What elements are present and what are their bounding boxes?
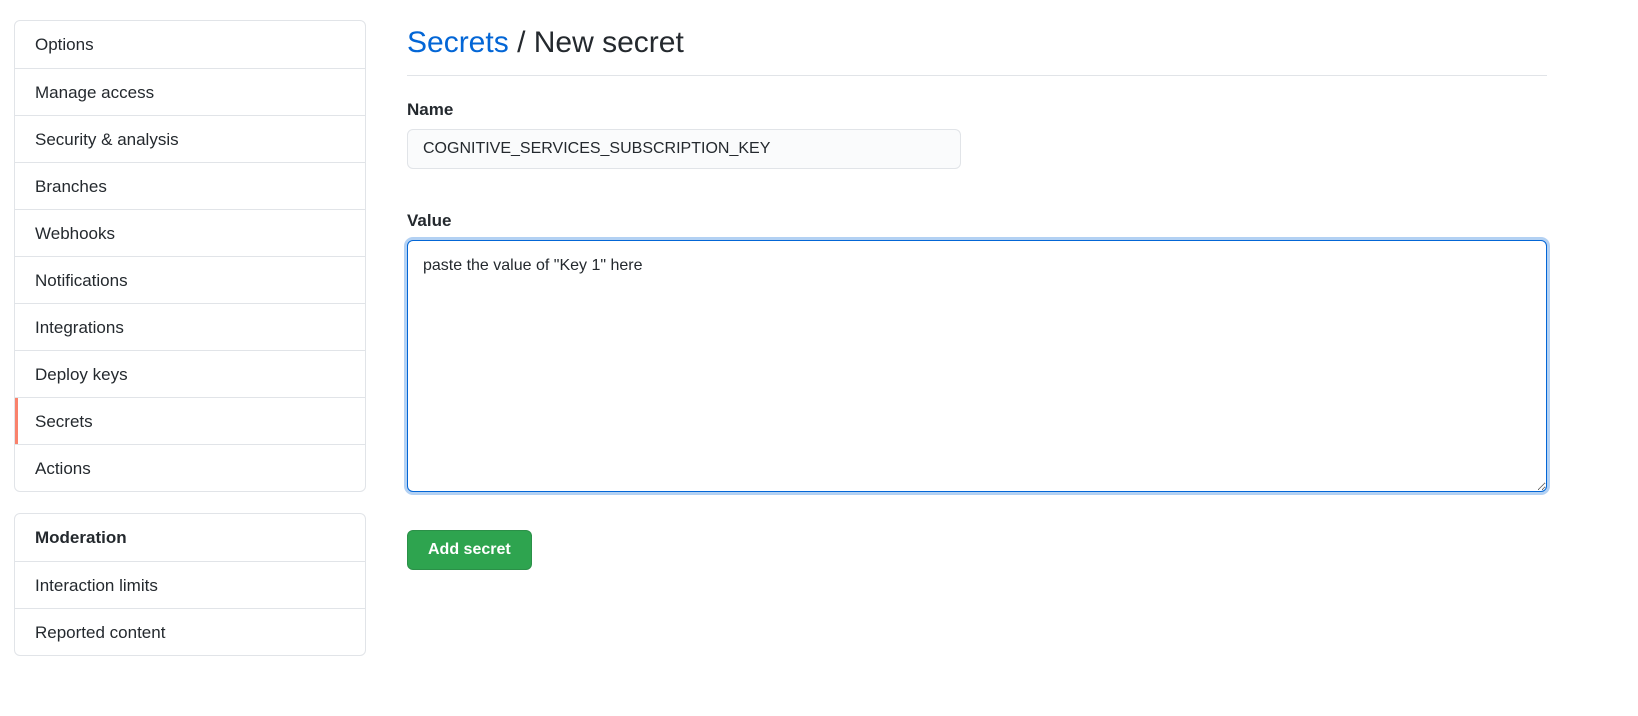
breadcrumb-separator: / <box>517 26 526 59</box>
sidebar-item-options[interactable]: Options <box>15 21 365 68</box>
page-title: Secrets / New secret <box>407 0 1547 76</box>
settings-sidebar: Options Manage access Security & analysi… <box>14 20 366 677</box>
settings-menu: Options Manage access Security & analysi… <box>14 20 366 492</box>
moderation-heading: Moderation <box>35 528 127 547</box>
moderation-menu: Moderation Interaction limits Reported c… <box>14 513 366 656</box>
breadcrumb-secrets-link[interactable]: Secrets <box>407 26 509 59</box>
value-label: Value <box>407 211 452 230</box>
secret-value-textarea[interactable]: paste the value of "Key 1" here <box>407 240 1547 492</box>
sidebar-item-reported-content[interactable]: Reported content <box>15 608 365 655</box>
sidebar-item-actions[interactable]: Actions <box>15 444 365 491</box>
sidebar-item-deploy-keys[interactable]: Deploy keys <box>15 350 365 397</box>
breadcrumb-current: New secret <box>533 26 684 59</box>
main-content: Secrets / New secret Name Value paste th… <box>407 0 1547 570</box>
sidebar-item-branches[interactable]: Branches <box>15 162 365 209</box>
add-secret-button[interactable]: Add secret <box>407 530 532 570</box>
name-label: Name <box>407 100 454 119</box>
new-secret-form: Name Value paste the value of "Key 1" he… <box>407 98 1547 570</box>
sidebar-item-integrations[interactable]: Integrations <box>15 303 365 350</box>
sidebar-item-manage-access[interactable]: Manage access <box>15 68 365 115</box>
sidebar-item-security-analysis[interactable]: Security & analysis <box>15 115 365 162</box>
secret-name-input[interactable] <box>407 129 961 169</box>
sidebar-item-notifications[interactable]: Notifications <box>15 256 365 303</box>
sidebar-item-interaction-limits[interactable]: Interaction limits <box>15 561 365 608</box>
sidebar-item-webhooks[interactable]: Webhooks <box>15 209 365 256</box>
sidebar-item-secrets[interactable]: Secrets <box>15 397 365 444</box>
